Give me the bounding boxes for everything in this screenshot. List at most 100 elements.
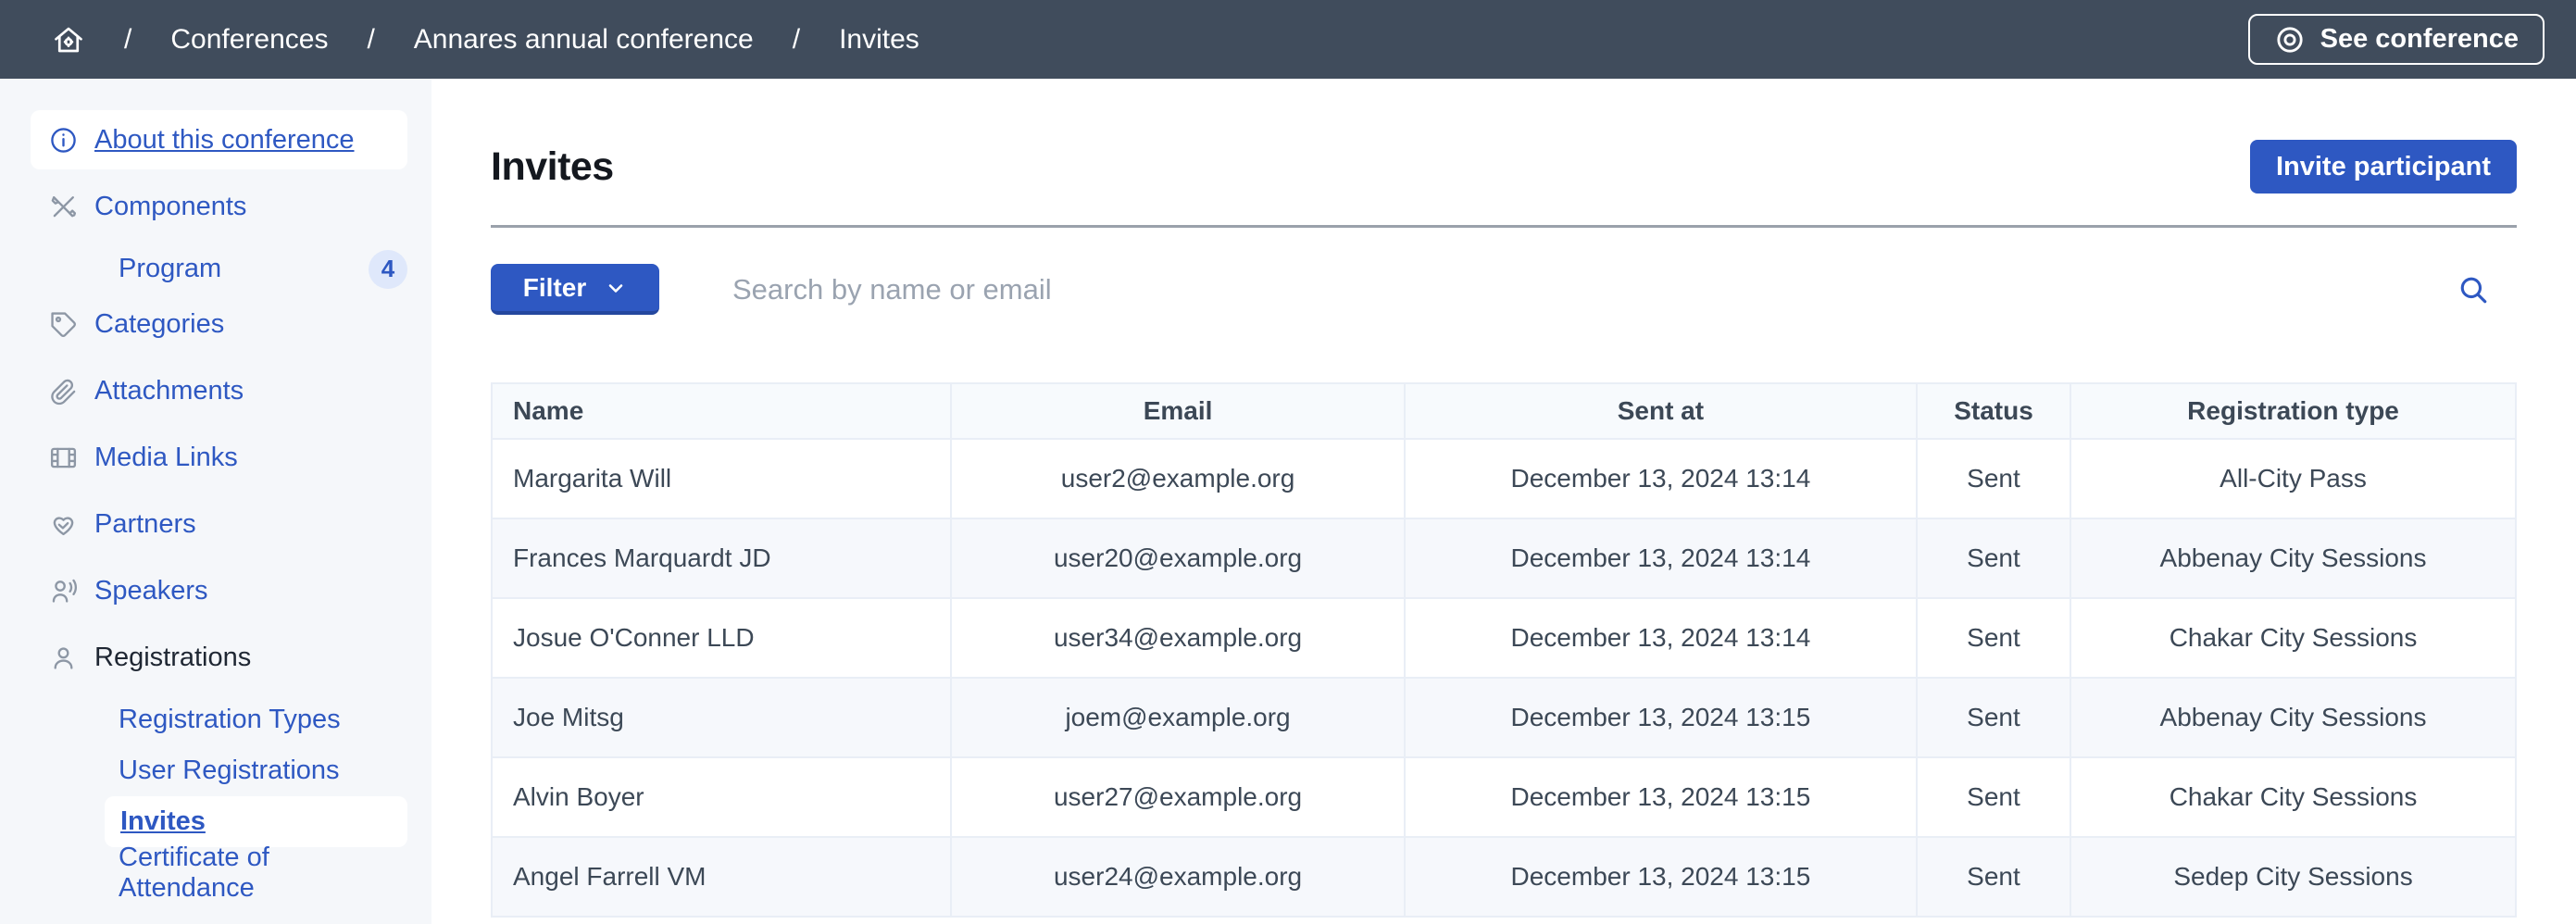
sidebar-item-program[interactable]: Program 4: [31, 243, 407, 294]
column-header-email: Email: [951, 383, 1405, 439]
cell-status: Sent: [1917, 598, 2070, 678]
see-conference-button[interactable]: See conference: [2248, 14, 2545, 65]
film-icon: [48, 443, 79, 473]
topbar: / Conferences / Annares annual conference / I…: [0, 0, 2576, 79]
sidebar-item-speakers[interactable]: Speakers: [31, 561, 407, 620]
sidebar-item-certificate-of-attendance[interactable]: Certificate of Attendance: [31, 847, 407, 898]
breadcrumb-item-conferences[interactable]: Conferences: [170, 24, 328, 56]
user-icon: [48, 643, 79, 673]
sidebar: About this conference Components Program 4 C…: [0, 79, 431, 924]
title-divider: [491, 225, 2517, 228]
cell-name: Margarita Will: [492, 439, 951, 518]
search-input[interactable]: [659, 264, 2457, 315]
column-header-status: Status: [1917, 383, 2070, 439]
cell-registration-type: All-City Pass: [2070, 439, 2516, 518]
cell-sent-at: December 13, 2024 13:14: [1405, 598, 1917, 678]
cell-email: user2@example.org: [951, 439, 1405, 518]
cell-name: Josue O'Conner LLD: [492, 598, 951, 678]
column-header-sent-at: Sent at: [1405, 383, 1917, 439]
column-header-name: Name: [492, 383, 951, 439]
cell-name: Frances Marquardt JD: [492, 518, 951, 598]
home-icon[interactable]: [52, 23, 85, 56]
sidebar-item-label: Program: [119, 254, 221, 284]
table-row: Margarita Willuser2@example.orgDecember …: [492, 439, 2516, 518]
table-row: Josue O'Conner LLDuser34@example.orgDece…: [492, 598, 2516, 678]
sidebar-item-label: User Registrations: [119, 755, 340, 786]
filter-button[interactable]: Filter: [491, 264, 659, 315]
cell-sent-at: December 13, 2024 13:14: [1405, 518, 1917, 598]
cell-sent-at: December 13, 2024 13:15: [1405, 837, 1917, 917]
table-row: Angel Farrell VMuser24@example.orgDecemb…: [492, 837, 2516, 917]
sidebar-item-label: About this conference: [94, 125, 355, 156]
cell-registration-type: Chakar City Sessions: [2070, 757, 2516, 837]
cell-name: Joe Mitsg: [492, 678, 951, 757]
sidebar-item-label: Attachments: [94, 376, 244, 406]
cell-status: Sent: [1917, 837, 2070, 917]
page-title: Invites: [491, 144, 614, 190]
invite-participant-button[interactable]: Invite participant: [2250, 140, 2517, 194]
cell-registration-type: Sedep City Sessions: [2070, 837, 2516, 917]
app-root: / Conferences / Annares annual conference / I…: [0, 0, 2576, 924]
search-icon[interactable]: [2457, 274, 2489, 306]
sidebar-item-registrations: Registrations: [31, 628, 407, 687]
cell-registration-type: Abbenay City Sessions: [2070, 678, 2516, 757]
paperclip-icon: [48, 376, 79, 406]
sidebar-item-registration-types[interactable]: Registration Types: [31, 694, 407, 745]
table-header-row: NameEmailSent atStatusRegistration type: [492, 383, 2516, 439]
cell-email: user24@example.org: [951, 837, 1405, 917]
filter-label: Filter: [523, 273, 586, 303]
hand-heart-icon: [48, 509, 79, 540]
breadcrumb-item-annares-annual-conference[interactable]: Annares annual conference: [414, 24, 754, 56]
cell-sent-at: December 13, 2024 13:14: [1405, 439, 1917, 518]
cell-sent-at: December 13, 2024 13:15: [1405, 757, 1917, 837]
see-conference-label: See conference: [2320, 24, 2519, 55]
breadcrumb-separator: /: [793, 24, 800, 56]
table-row: Alvin Boyeruser27@example.orgDecember 13…: [492, 757, 2516, 837]
sidebar-item-about-this-conference[interactable]: About this conference: [31, 110, 407, 169]
breadcrumb: / Conferences / Annares annual conference / I…: [52, 23, 919, 56]
tools-icon: [48, 192, 79, 222]
sidebar-item-media-links[interactable]: Media Links: [31, 428, 407, 487]
cell-status: Sent: [1917, 439, 2070, 518]
main-content: Invites Invite participant Filter: [431, 79, 2576, 924]
sidebar-item-label: Speakers: [94, 576, 208, 606]
breadcrumb-separator: /: [367, 24, 374, 56]
info-icon: [48, 125, 79, 156]
cell-email: user20@example.org: [951, 518, 1405, 598]
sidebar-item-user-registrations[interactable]: User Registrations: [31, 745, 407, 796]
table-row: Joe Mitsgjoem@example.orgDecember 13, 20…: [492, 678, 2516, 757]
sidebar-item-label: Partners: [94, 509, 196, 540]
chevron-down-icon: [605, 277, 627, 299]
invites-table: NameEmailSent atStatusRegistration type …: [491, 382, 2517, 918]
sidebar-item-categories[interactable]: Categories: [31, 294, 407, 354]
cell-email: user27@example.org: [951, 757, 1405, 837]
cell-name: Angel Farrell VM: [492, 837, 951, 917]
cell-registration-type: Chakar City Sessions: [2070, 598, 2516, 678]
breadcrumb-separator: /: [124, 24, 131, 56]
cell-status: Sent: [1917, 678, 2070, 757]
sidebar-item-label: Categories: [94, 309, 224, 340]
sidebar-item-label: Media Links: [94, 443, 238, 473]
filter-row: Filter: [491, 264, 2517, 315]
count-badge: 4: [369, 250, 407, 289]
eye-icon: [2274, 24, 2306, 56]
sidebar-item-components[interactable]: Components: [31, 177, 407, 236]
cell-email: joem@example.org: [951, 678, 1405, 757]
breadcrumb-item-invites[interactable]: Invites: [839, 24, 919, 56]
sidebar-item-label: Registration Types: [119, 705, 341, 735]
sidebar-item-label: Components: [94, 192, 246, 222]
sidebar-item-label: Certificate of Attendance: [119, 843, 407, 904]
user-voice-icon: [48, 576, 79, 606]
cell-status: Sent: [1917, 757, 2070, 837]
sidebar-item-invites[interactable]: Invites: [105, 796, 407, 847]
cell-sent-at: December 13, 2024 13:15: [1405, 678, 1917, 757]
cell-email: user34@example.org: [951, 598, 1405, 678]
tag-icon: [48, 309, 79, 340]
page-header: Invites Invite participant: [491, 140, 2517, 194]
sidebar-item-attachments[interactable]: Attachments: [31, 361, 407, 420]
sidebar-item-label: Registrations: [94, 643, 251, 673]
sidebar-item-label: Invites: [120, 806, 206, 837]
sidebar-item-partners[interactable]: Partners: [31, 494, 407, 554]
table-body: Margarita Willuser2@example.orgDecember …: [492, 439, 2516, 917]
table-row: Frances Marquardt JDuser20@example.orgDe…: [492, 518, 2516, 598]
